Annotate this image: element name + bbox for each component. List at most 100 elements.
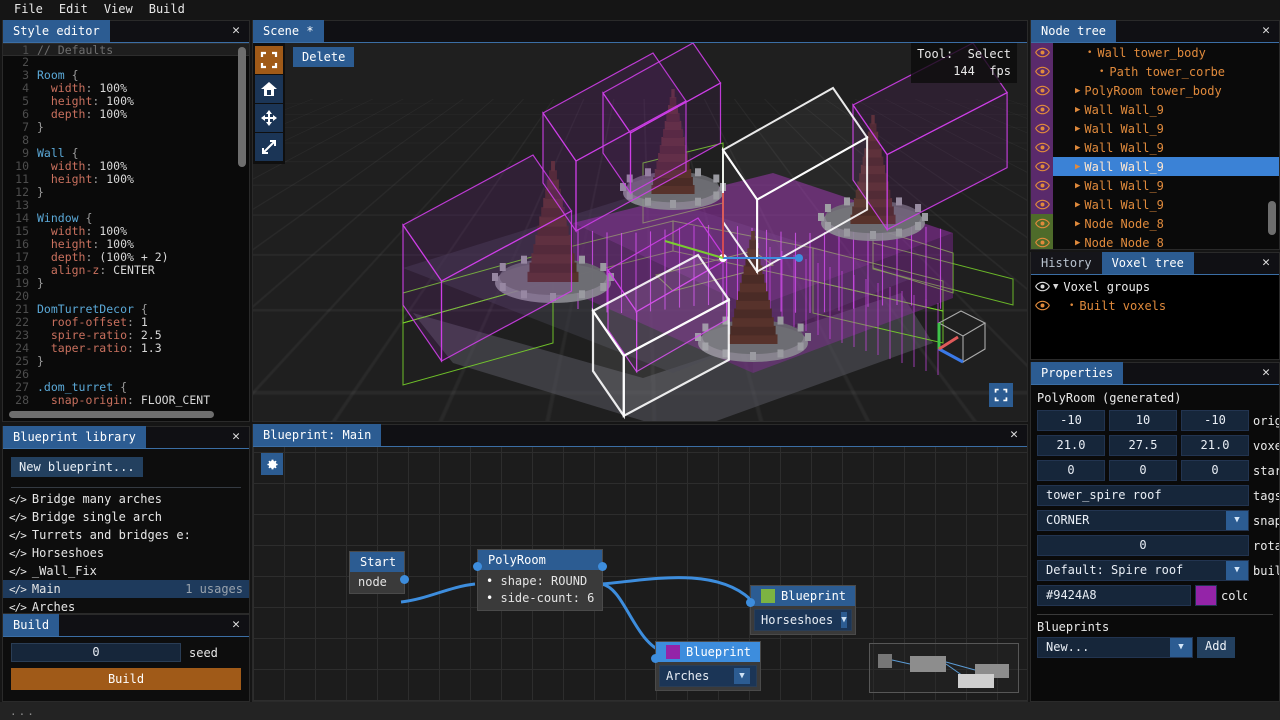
eye-icon[interactable] [1031,138,1053,157]
delete-button[interactable]: Delete [293,47,354,67]
vector-field-2[interactable]: 0 [1181,460,1249,481]
build-button[interactable]: Build [11,668,241,690]
graph-node-blueprint-arches[interactable]: Blueprint Arches ▼ [655,641,761,691]
graph-node-polyroom[interactable]: PolyRoom • shape: ROUND • side-count: 6 [477,549,603,611]
graph-node-start[interactable]: Start node [349,551,405,594]
expand-arrow-icon[interactable]: ▶ [1075,181,1080,191]
close-icon[interactable]: ✕ [229,618,243,632]
node-tree-rows[interactable]: •Wall tower_body•Path tower_corbe▶PolyRo… [1031,43,1279,249]
blueprint-list-item[interactable]: </>Horseshoes [3,544,249,562]
tab-properties[interactable]: Properties [1031,362,1123,384]
node-tree-row[interactable]: ▶Wall Wall_9 [1031,138,1279,157]
bullet-icon[interactable]: • [1069,301,1074,311]
close-icon[interactable]: ✕ [229,24,243,38]
collapse-arrow-icon[interactable]: ▼ [1053,282,1058,292]
chevron-down-icon[interactable]: ▼ [1226,561,1248,580]
move-tool-icon[interactable] [255,104,283,132]
chevron-down-icon[interactable]: ▼ [841,612,846,628]
tab-style-editor[interactable]: Style editor [3,20,110,42]
vector-field-2[interactable]: 21.0 [1181,435,1249,456]
voxel-tree-row[interactable]: ▼Voxel groups [1031,277,1279,296]
node-tree-scrollbar[interactable] [1268,201,1276,235]
node-tree-row[interactable]: ▶Wall Wall_9 [1031,195,1279,214]
eye-icon[interactable] [1031,43,1053,62]
blueprint-list-item[interactable]: </>_Wall_Fix [3,562,249,580]
menu-view[interactable]: View [96,1,141,17]
vector-field-1[interactable]: 0 [1109,460,1177,481]
blueprint-select-horseshoes[interactable]: Horseshoes ▼ [754,609,852,631]
vector-field-0[interactable]: 0 [1037,460,1105,481]
select-field[interactable]: CORNER▼ [1037,510,1249,531]
add-blueprint-button[interactable]: Add [1197,637,1235,658]
tab-node-tree[interactable]: Node tree [1031,20,1116,42]
expand-arrow-icon[interactable]: ▶ [1075,200,1080,210]
axis-gizmo-icon[interactable] [925,297,997,369]
node-input-port[interactable] [473,562,482,571]
menu-edit[interactable]: Edit [51,1,96,17]
close-icon[interactable]: ✕ [1259,24,1273,38]
graph-minimap[interactable] [869,643,1019,693]
vector-field-2[interactable]: -10 [1181,410,1249,431]
node-input-port[interactable] [746,598,755,607]
chevron-down-icon[interactable]: ▼ [1170,638,1192,657]
graph-node-blueprint-horseshoes[interactable]: Blueprint Horseshoes ▼ [750,585,856,635]
close-icon[interactable]: ✕ [1259,256,1273,270]
eye-icon[interactable] [1031,62,1053,81]
expand-arrow-icon[interactable]: ▶ [1075,219,1080,229]
vector-field-1[interactable]: 10 [1109,410,1177,431]
blueprint-list-item[interactable]: </>Main1 usages [3,580,249,598]
color-hex-field[interactable]: #9424A8 [1037,585,1191,606]
scene-viewport[interactable] [253,43,1027,421]
eye-icon[interactable] [1031,277,1053,296]
eye-icon[interactable] [1031,100,1053,119]
node-tree-row[interactable]: ▶Node Node_8 [1031,233,1279,249]
blueprints-select[interactable]: New... ▼ [1037,637,1193,658]
menu-file[interactable]: File [6,1,51,17]
tab-blueprint-main[interactable]: Blueprint: Main [253,424,381,446]
node-output-port[interactable] [400,575,409,584]
tab-history[interactable]: History [1031,252,1102,274]
node-tree-row[interactable]: •Wall tower_body [1031,43,1279,62]
style-editor-hscrollbar[interactable] [9,411,214,418]
eye-icon[interactable] [1031,233,1053,249]
close-icon[interactable]: ✕ [1259,366,1273,380]
node-output-port[interactable] [598,562,607,571]
menu-build[interactable]: Build [141,1,193,17]
chevron-down-icon[interactable]: ▼ [1226,511,1248,530]
expand-arrow-icon[interactable]: ▶ [1075,86,1080,96]
blueprint-list-item[interactable]: </>Bridge single arch [3,508,249,526]
voxel-tree-rows[interactable]: ▼Voxel groups•Built voxels [1031,277,1279,359]
chevron-down-icon[interactable]: ▼ [734,668,750,684]
tab-build[interactable]: Build [3,614,59,636]
number-field[interactable]: 0 [1037,535,1249,556]
expand-arrow-icon[interactable]: ▶ [1075,162,1080,172]
vector-field-0[interactable]: -10 [1037,410,1105,431]
tab-blueprint-library[interactable]: Blueprint library [3,426,146,448]
close-icon[interactable]: ✕ [1007,428,1021,442]
new-blueprint-button[interactable]: New blueprint... [11,457,143,477]
home-tool-icon[interactable] [255,75,283,103]
node-tree-row[interactable]: ▶Wall Wall_9 [1031,176,1279,195]
node-tree-row[interactable]: •Path tower_corbe [1031,62,1279,81]
color-swatch[interactable] [1195,585,1217,606]
expand-arrow-icon[interactable]: ▶ [1075,124,1080,134]
expand-arrow-icon[interactable]: ▶ [1075,105,1080,115]
gear-icon[interactable] [261,453,283,475]
eye-icon[interactable] [1031,119,1053,138]
style-code-area[interactable]: 1// Defaults23Room {4 width: 100%5 heigh… [3,43,249,407]
eye-icon[interactable] [1031,176,1053,195]
graph-canvas[interactable]: Start node PolyRoom • shape: ROUND • sid… [253,447,1027,701]
vector-field-1[interactable]: 27.5 [1109,435,1177,456]
eye-icon[interactable] [1031,296,1053,315]
eye-icon[interactable] [1031,157,1053,176]
fit-view-button[interactable] [989,383,1013,407]
text-field[interactable]: tower_spire roof [1037,485,1249,506]
eye-icon[interactable] [1031,214,1053,233]
tab-scene[interactable]: Scene * [253,20,324,42]
seed-input[interactable]: 0 [11,643,181,662]
node-input-port[interactable] [651,654,660,663]
blueprint-select-arches[interactable]: Arches ▼ [659,665,757,687]
node-tree-row[interactable]: ▶Wall Wall_9 [1031,100,1279,119]
node-tree-row[interactable]: ▶PolyRoom tower_body [1031,81,1279,100]
eye-icon[interactable] [1031,195,1053,214]
